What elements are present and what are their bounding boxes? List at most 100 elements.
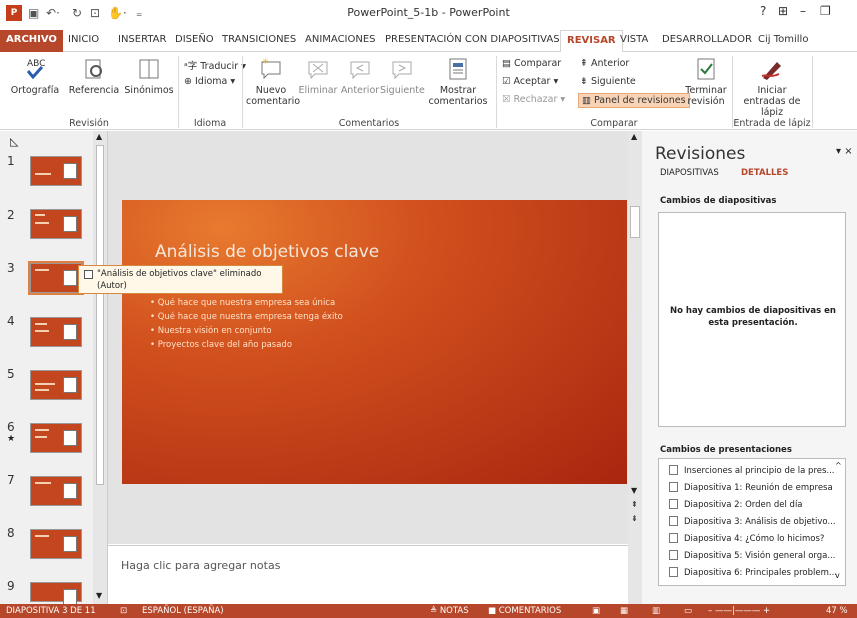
tab-insertar[interactable]: INSERTAR (118, 34, 166, 45)
compare-button[interactable]: ▤ Comparar (502, 58, 561, 69)
slide-title[interactable]: Análisis de objetivos clave (155, 242, 379, 262)
slideshow-icon[interactable]: ▭ (684, 606, 692, 616)
tab-diseno[interactable]: DISEÑO (175, 34, 214, 45)
compare-label: Comparar (514, 58, 562, 69)
minimize-icon[interactable]: – (800, 4, 806, 18)
accept-button[interactable]: ☑ Aceptar ▾ (502, 76, 558, 87)
comment-icon (63, 536, 77, 552)
end-review-icon (697, 58, 715, 80)
slide-thumbnail-5[interactable] (30, 370, 82, 400)
start-inking-button[interactable]: Iniciar entradas de lápiz (736, 56, 808, 118)
normal-view-icon[interactable]: ▣ (592, 606, 600, 616)
previous-slide-icon[interactable]: ⇞ (631, 500, 638, 509)
new-comment-icon: ✳ (261, 57, 281, 80)
help-icon[interactable]: ? (760, 4, 766, 18)
tab-revisar[interactable]: REVISAR (560, 30, 623, 53)
tab-inicio[interactable]: INICIO (68, 34, 99, 45)
slide-thumbnail-2[interactable] (30, 209, 82, 239)
tab-vista[interactable]: VISTA (620, 34, 648, 45)
scroll-up-icon[interactable]: ▲ (631, 132, 637, 141)
slide-bullet[interactable]: • Qué hace que nuestra empresa sea única (150, 298, 335, 308)
show-comments-icon (449, 58, 467, 80)
thumbnail-number: 9 (7, 579, 15, 593)
slide-thumbnail-8[interactable] (30, 529, 82, 559)
previous-change-button[interactable]: ⇞ Anterior (580, 58, 629, 69)
editor-scrollbar[interactable]: ▲ ▼ ⇞ ⇟ (628, 131, 642, 604)
zoom-level[interactable]: 47 % (826, 606, 848, 616)
comment-icon (63, 270, 77, 286)
scroll-up-icon[interactable]: ^ (835, 461, 842, 470)
change-checkbox[interactable] (84, 270, 93, 279)
scroll-thumb[interactable] (96, 145, 104, 485)
list-item[interactable]: Diapositiva 1: Reunión de empresa (669, 482, 833, 493)
delete-comment-button[interactable]: Eliminar (296, 56, 340, 96)
user-name[interactable]: Cij Tomillo (758, 34, 808, 45)
end-review-button[interactable]: Terminar revisión (682, 56, 730, 107)
spellcheck-icon[interactable]: ⊡ (120, 606, 127, 616)
delete-comment-label: Eliminar (298, 85, 338, 96)
slide-thumbnail-9[interactable] (30, 582, 82, 605)
notes-toggle[interactable]: ≜ NOTAS (430, 606, 469, 616)
presentation-changes-list[interactable]: Inserciones al principio de la pres... D… (658, 458, 846, 586)
slide-thumbnail-7[interactable] (30, 476, 82, 506)
show-comments-button[interactable]: Mostrar comentarios (428, 56, 488, 107)
notes-pane[interactable]: Haga clic para agregar notas (108, 545, 628, 604)
tab-detalles[interactable]: DETALLES (741, 168, 788, 178)
slide-bullet[interactable]: • Proyectos clave del año pasado (150, 340, 292, 350)
tab-transiciones[interactable]: TRANSICIONES (222, 34, 296, 45)
zoom-slider[interactable]: – ——|——— + (708, 606, 770, 616)
spelling-button[interactable]: ABC Ortografía (4, 56, 66, 96)
change-popup[interactable]: "Análisis de objetivos clave" eliminado … (78, 265, 283, 294)
new-comment-button[interactable]: ✳ Nuevo comentario (246, 56, 300, 107)
comments-toggle[interactable]: ■ COMENTARIOS (488, 606, 561, 616)
no-changes-message: No hay cambios de diapositivas en esta p… (670, 306, 836, 328)
restore-icon[interactable]: ❐ (820, 4, 831, 18)
list-item[interactable]: Diapositiva 5: Visión general orga... (669, 550, 835, 561)
scroll-down-icon[interactable]: ▼ (96, 591, 102, 600)
translate-button[interactable]: ᵃ字 Traducir ▾ (184, 58, 246, 72)
change-icon (669, 533, 678, 543)
next-slide-icon[interactable]: ⇟ (631, 514, 638, 523)
previous-comment-button[interactable]: Anterior (338, 56, 382, 96)
list-item[interactable]: Diapositiva 3: Análisis de objetivo... (669, 516, 836, 527)
list-item[interactable]: Diapositiva 2: Orden del día (669, 499, 803, 510)
ribbon-display-icon[interactable]: ⊞ (778, 4, 788, 18)
slide-sorter-icon[interactable]: ▦ (620, 606, 628, 616)
next-comment-button[interactable]: Siguiente (380, 56, 425, 96)
bullet-text: Proyectos clave del año pasado (157, 340, 293, 350)
slide-thumbnail-6[interactable] (30, 423, 82, 453)
change-author: (Autor) (97, 281, 127, 291)
thumbnail-scrollbar[interactable]: ▲ ▼ (93, 131, 107, 604)
language-icon: ⊕ (184, 76, 195, 87)
language-button[interactable]: ⊕ Idioma ▾ (184, 76, 235, 87)
list-item[interactable]: Diapositiva 6: Principales problem... (669, 567, 837, 578)
slide-thumbnail-3[interactable] (28, 261, 84, 295)
list-item[interactable]: Inserciones al principio de la pres... (669, 465, 835, 476)
slide-bullet[interactable]: • Nuestra visión en conjunto (150, 326, 272, 336)
scroll-down-icon[interactable]: v (835, 571, 840, 580)
scroll-down-icon[interactable]: ▼ (631, 486, 637, 495)
ribbon: ABC Ortografía Referencia Sinónimos Revi… (0, 52, 857, 130)
tab-desarrollador[interactable]: DESARROLLADOR (662, 34, 752, 45)
tab-animaciones[interactable]: ANIMACIONES (305, 34, 376, 45)
change-icon (669, 465, 678, 475)
slide-bullet[interactable]: • Qué hace que nuestra empresa tenga éxi… (150, 312, 343, 322)
thesaurus-button[interactable]: Sinónimos (124, 56, 174, 96)
comment-icon (63, 483, 77, 499)
list-item[interactable]: Diapositiva 4: ¿Cómo lo hicimos? (669, 533, 824, 544)
scroll-thumb[interactable] (630, 206, 640, 238)
pane-options-icon[interactable]: ▾ × (836, 146, 853, 157)
tab-diapositivas[interactable]: DIAPOSITIVAS (660, 168, 719, 178)
tab-archivo[interactable]: ARCHIVO (0, 30, 63, 52)
tab-presentacion[interactable]: PRESENTACIÓN CON DIAPOSITIVAS (385, 34, 560, 45)
slide-thumbnail-4[interactable] (30, 317, 82, 347)
reading-view-icon[interactable]: ▥ (652, 606, 660, 616)
scroll-up-icon[interactable]: ▲ (96, 132, 102, 141)
language-status[interactable]: ESPAÑOL (ESPAÑA) (142, 606, 224, 616)
research-button[interactable]: Referencia (64, 56, 124, 96)
reject-button[interactable]: ☒ Rechazar ▾ (502, 94, 565, 105)
revisions-pane-button[interactable]: ▥ Panel de revisiones (578, 93, 690, 108)
slide-thumbnail-pane[interactable]: ◺ 1 2 3 4 5 6 ★ 7 8 9 (0, 131, 108, 605)
slide-thumbnail-1[interactable] (30, 156, 82, 186)
next-change-button[interactable]: ⇟ Siguiente (580, 76, 636, 87)
